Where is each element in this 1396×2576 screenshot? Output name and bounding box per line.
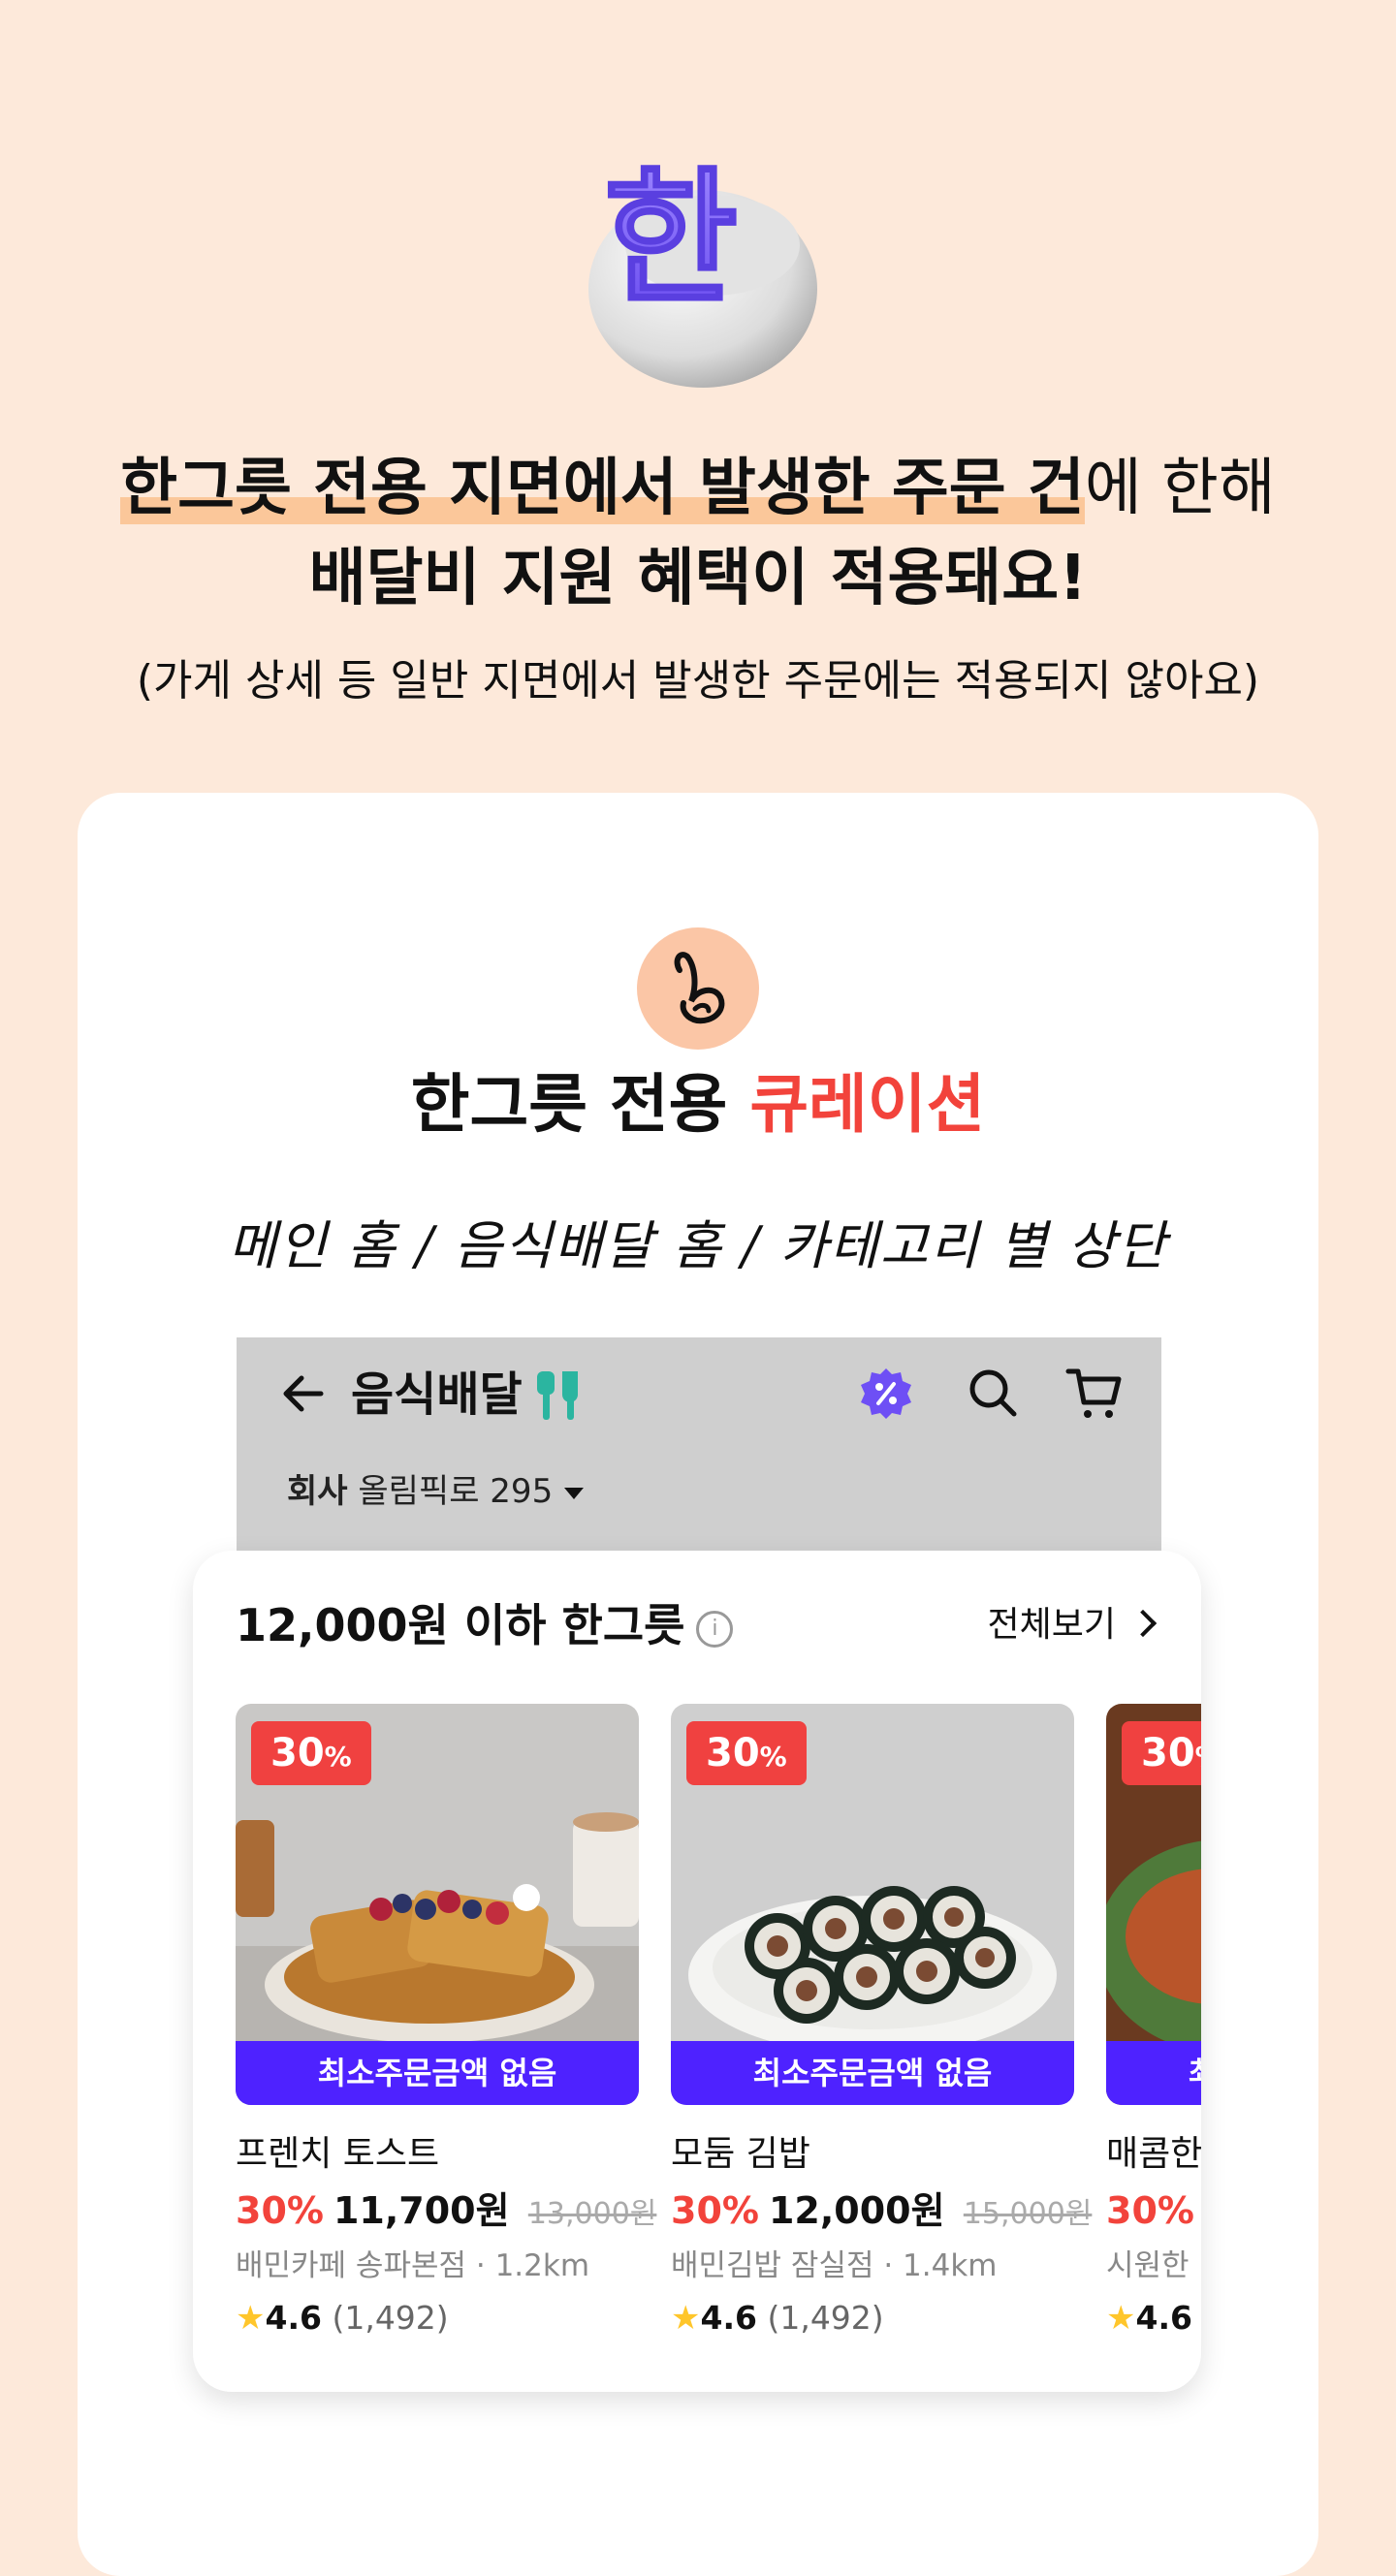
- curation-title: 한그릇 전용 큐레이션: [0, 1056, 1396, 1153]
- section-title-text: 12,000원 이하 한그릇: [236, 1599, 685, 1651]
- curation-title-accent: 큐레이션: [749, 1067, 986, 1142]
- star-icon: ★: [236, 2299, 266, 2338]
- item-price: 30% 12,000원 15,000원: [671, 2189, 1093, 2232]
- b-brand-icon: [637, 927, 759, 1050]
- curation-title-plain: 한그릇 전용: [410, 1067, 750, 1142]
- item-price: 30%: [1106, 2189, 1194, 2232]
- discount-badge: 30%: [1122, 1721, 1201, 1785]
- discount-badge: 30%: [251, 1721, 371, 1785]
- min-order-banner: 최소주문금액 없음: [1106, 2041, 1201, 2105]
- item-name: 모둠 김밥: [671, 2134, 810, 2174]
- app-title: 음식배달: [351, 1367, 523, 1422]
- notice-highlight: 한그릇 전용 지면에서 발생한 주문 건: [120, 453, 1085, 524]
- see-all-label: 전체보기: [987, 1605, 1116, 1645]
- item-rating: ★4.6: [1106, 2299, 1192, 2338]
- item-name: 매콤한: [1106, 2134, 1201, 2174]
- min-order-banner: 최소주문금액 없음: [671, 2041, 1074, 2105]
- food-image-french-toast: 30% 최소주문금액 없음: [236, 1704, 639, 2105]
- star-icon: ★: [671, 2299, 701, 2338]
- fork-knife-icon: [533, 1367, 584, 1422]
- curation-panel: 12,000원 이하 한그릇 i 전체보기 30% 최소주문금액 없음 프렌치 …: [193, 1551, 1201, 2392]
- item-store: 배민김밥 잠실점 · 1.4km: [671, 2248, 998, 2283]
- item-name: 프렌치 토스트: [236, 2134, 440, 2174]
- discount-badge-icon[interactable]: [857, 1365, 915, 1423]
- food-image-kimbap: 30% 최소주문금액 없음: [671, 1704, 1074, 2105]
- item-store: 배민카페 송파본점 · 1.2km: [236, 2248, 590, 2283]
- placements-caption: 메인 홈 / 음식배달 홈 / 카테고리 별 상단: [228, 1215, 1168, 1276]
- notice-line-1: 한그릇 전용 지면에서 발생한 주문 건에 한해: [0, 448, 1396, 529]
- see-all-link[interactable]: 전체보기: [987, 1601, 1158, 1649]
- search-icon[interactable]: [962, 1362, 1024, 1424]
- item-store: 시원한: [1106, 2248, 1190, 2283]
- section-title: 12,000원 이하 한그릇 i: [236, 1591, 734, 1659]
- address-value: 올림픽로 295: [358, 1472, 554, 1511]
- back-arrow-icon[interactable]: [274, 1365, 333, 1423]
- cart-icon[interactable]: [1063, 1362, 1126, 1424]
- chevron-right-icon: [1128, 1609, 1158, 1638]
- item-price: 30% 11,700원 13,000원: [236, 2189, 657, 2232]
- menu-card-spicy[interactable]: 30% 최소주문금액 없음 매콤한 30% 시원한 ★4.6: [1106, 1704, 1201, 2363]
- notice-subtext: (가게 상세 등 일반 지면에서 발생한 주문에는 적용되지 않아요): [136, 656, 1260, 706]
- info-icon[interactable]: i: [696, 1610, 734, 1648]
- star-icon: ★: [1106, 2299, 1136, 2338]
- address-label: 회사: [287, 1472, 348, 1511]
- food-image-spicy: 30% 최소주문금액 없음: [1106, 1704, 1201, 2105]
- caret-down-icon: [564, 1487, 585, 1499]
- item-rating: ★4.6 (1,492): [671, 2299, 884, 2338]
- min-order-banner: 최소주문금액 없음: [236, 2041, 639, 2105]
- item-rating: ★4.6 (1,492): [236, 2299, 449, 2338]
- notice-line-1-rest: 에 한해: [1084, 453, 1276, 524]
- menu-card-french-toast[interactable]: 30% 최소주문금액 없음 프렌치 토스트 30% 11,700원 13,000원…: [236, 1704, 656, 2363]
- hangeureut-logo: 한: [582, 143, 824, 395]
- notice-line-2: 배달비 지원 혜택이 적용돼요!: [308, 543, 1088, 614]
- discount-badge: 30%: [686, 1721, 807, 1785]
- address-selector[interactable]: 회사 올림픽로 295: [287, 1465, 585, 1518]
- svg-text:한: 한: [604, 155, 738, 324]
- menu-card-kimbap[interactable]: 30% 최소주문금액 없음 모둠 김밥 30% 12,000원 15,000원 배…: [671, 1704, 1092, 2363]
